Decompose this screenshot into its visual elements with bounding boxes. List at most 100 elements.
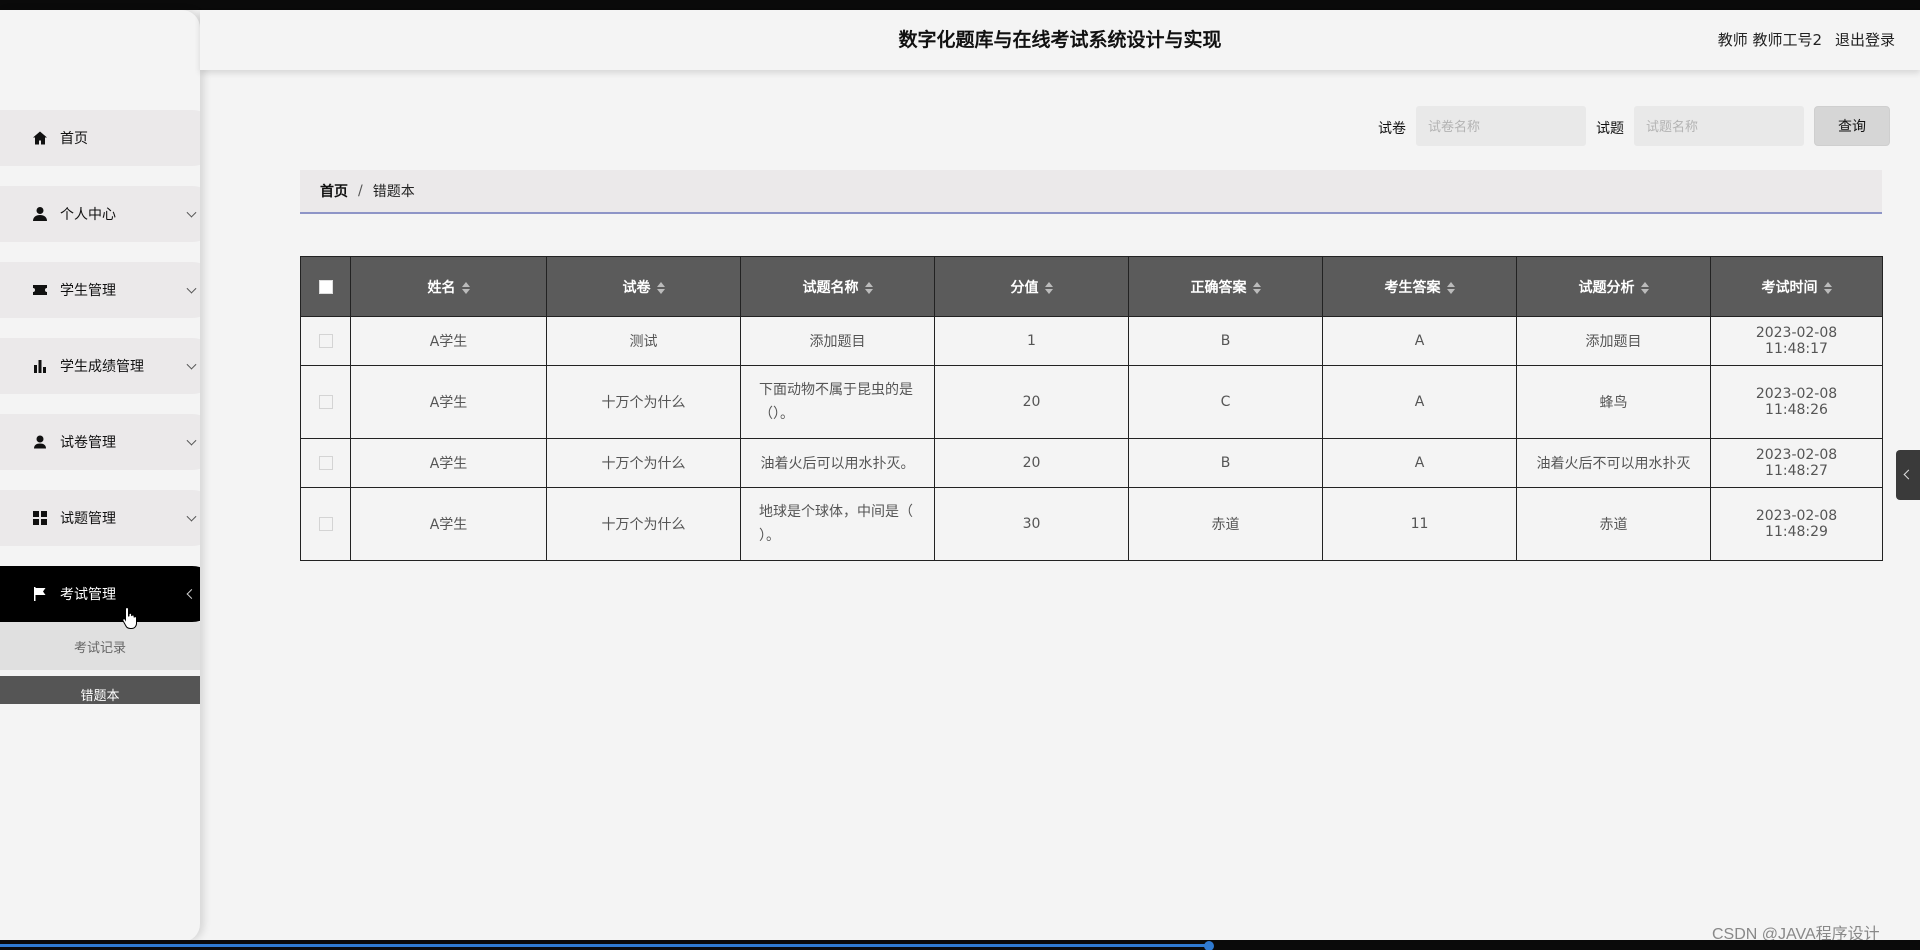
- column-header-exam-time[interactable]: 考试时间: [1710, 256, 1883, 317]
- column-header-score[interactable]: 分值: [934, 256, 1129, 317]
- row-checkbox-cell[interactable]: [300, 487, 351, 561]
- cell-analysis: 赤道: [1516, 487, 1711, 561]
- person-icon: [32, 434, 48, 450]
- row-checkbox[interactable]: [319, 517, 333, 531]
- sidebar-item-personal-center[interactable]: 个人中心: [0, 186, 200, 242]
- cell-correct-answer: 赤道: [1128, 487, 1323, 561]
- chevron-down-icon: [186, 511, 197, 522]
- cell-score: 30: [934, 487, 1129, 561]
- sidebar-item-label: 试题管理: [60, 511, 116, 527]
- home-icon: [32, 130, 48, 146]
- row-checkbox-cell[interactable]: [300, 438, 351, 488]
- row-checkbox[interactable]: [319, 395, 333, 409]
- bar-chart-icon: [32, 358, 48, 374]
- logout-link[interactable]: 退出登录: [1835, 10, 1895, 70]
- row-checkbox-cell[interactable]: [300, 365, 351, 439]
- sort-icon[interactable]: [1044, 281, 1053, 294]
- cell-score: 20: [934, 438, 1129, 488]
- cell-name: A学生: [350, 487, 547, 561]
- sort-icon[interactable]: [656, 281, 665, 294]
- sidebar-item-label: 首页: [60, 131, 88, 147]
- cell-paper: 测试: [546, 316, 741, 366]
- column-header-student-answer[interactable]: 考生答案: [1322, 256, 1517, 317]
- collapse-side-panel-button[interactable]: [1896, 450, 1920, 500]
- sidebar-item-paper-management[interactable]: 试卷管理: [0, 414, 200, 470]
- sidebar-item-score-management[interactable]: 学生成绩管理: [0, 338, 200, 394]
- table-header-row: 姓名 试卷 试题名称 分值 正确答案 考生答案 试题分析 考试时间: [300, 256, 1883, 317]
- cell-analysis: 油着火后不可以用水扑灭: [1516, 438, 1711, 488]
- paper-search-input[interactable]: [1416, 106, 1586, 146]
- sidebar-item-label: 学生成绩管理: [60, 359, 144, 375]
- cell-question: 油着火后可以用水扑灭。: [740, 438, 935, 488]
- header: 数字化题库与在线考试系统设计与实现 教师 教师工号2 退出登录: [200, 10, 1920, 70]
- hand-cursor-icon: [122, 606, 137, 629]
- cell-score: 20: [934, 365, 1129, 439]
- cell-student-answer: A: [1322, 365, 1517, 439]
- table-row[interactable]: A学生 十万个为什么 地球是个球体，中间是（ ）。 30 赤道 11 赤道 20…: [300, 487, 1883, 561]
- cell-analysis: 添加题目: [1516, 316, 1711, 366]
- cell-name: A学生: [350, 438, 547, 488]
- cell-question: 添加题目: [740, 316, 935, 366]
- app-title: 数字化题库与在线考试系统设计与实现: [898, 29, 1222, 51]
- user-icon: [32, 206, 48, 222]
- cell-paper: 十万个为什么: [546, 487, 741, 561]
- breadcrumb-separator: /: [358, 183, 363, 199]
- question-search-label: 试题: [1596, 121, 1624, 137]
- row-checkbox[interactable]: [319, 456, 333, 470]
- column-header-name[interactable]: 姓名: [350, 256, 547, 317]
- sort-icon[interactable]: [1252, 281, 1261, 294]
- sort-icon[interactable]: [1640, 281, 1649, 294]
- grid-icon: [32, 510, 48, 526]
- chevron-down-icon: [186, 207, 197, 218]
- sidebar-item-label: 学生管理: [60, 283, 116, 299]
- cell-question: 地球是个球体，中间是（ ）。: [740, 487, 935, 561]
- chevron-down-icon: [186, 283, 197, 294]
- select-all-checkbox[interactable]: [318, 279, 333, 294]
- sort-icon[interactable]: [864, 281, 873, 294]
- cell-paper: 十万个为什么: [546, 365, 741, 439]
- row-checkbox[interactable]: [319, 334, 333, 348]
- breadcrumb: 首页 / 错题本: [300, 170, 1882, 214]
- sort-icon[interactable]: [1823, 281, 1832, 294]
- cell-paper: 十万个为什么: [546, 438, 741, 488]
- video-progress-handle[interactable]: [1204, 941, 1214, 950]
- ticket-icon: [32, 282, 48, 298]
- cell-student-answer: A: [1322, 438, 1517, 488]
- column-header-correct-answer[interactable]: 正确答案: [1128, 256, 1323, 317]
- cell-question: 下面动物不属于昆虫的是（）。: [740, 365, 935, 439]
- cell-exam-time: 2023-02-08 11:48:27: [1710, 438, 1883, 488]
- sidebar-item-student-management[interactable]: 学生管理: [0, 262, 200, 318]
- column-header-paper[interactable]: 试卷: [546, 256, 741, 317]
- table-row[interactable]: A学生 十万个为什么 油着火后可以用水扑灭。 20 B A 油着火后不可以用水扑…: [300, 438, 1883, 488]
- user-info: 教师 教师工号2: [1717, 31, 1822, 49]
- breadcrumb-home[interactable]: 首页: [320, 181, 348, 201]
- table-row[interactable]: A学生 测试 添加题目 1 B A 添加题目 2023-02-08 11:48:…: [300, 316, 1883, 366]
- cell-correct-answer: C: [1128, 365, 1323, 439]
- flag-icon: [32, 586, 48, 602]
- column-header-analysis[interactable]: 试题分析: [1516, 256, 1711, 317]
- column-header-question[interactable]: 试题名称: [740, 256, 935, 317]
- sidebar-subitem-exam-records[interactable]: 考试记录: [0, 622, 200, 670]
- select-all-cell[interactable]: [300, 256, 351, 317]
- sidebar: 首页 个人中心 学生管理 学生成绩管理 试卷管理 试题管理 考试管理 考试记录 …: [0, 10, 200, 942]
- cell-correct-answer: B: [1128, 438, 1323, 488]
- breadcrumb-current: 错题本: [372, 184, 415, 200]
- sidebar-item-home[interactable]: 首页: [0, 110, 200, 166]
- sort-icon[interactable]: [461, 281, 470, 294]
- chevron-left-icon: [186, 589, 197, 599]
- cell-name: A学生: [350, 365, 547, 439]
- cell-student-answer: A: [1322, 316, 1517, 366]
- window-top-bar: [0, 0, 1920, 10]
- sidebar-item-question-management[interactable]: 试题管理: [0, 490, 200, 546]
- table-row[interactable]: A学生 十万个为什么 下面动物不属于昆虫的是（）。 20 C A 蜂鸟 2023…: [300, 365, 1883, 439]
- sidebar-subitem-wrong-questions[interactable]: 错题本: [0, 676, 200, 704]
- cell-score: 1: [934, 316, 1129, 366]
- video-progress-bar[interactable]: [0, 944, 1210, 947]
- sort-icon[interactable]: [1446, 281, 1455, 294]
- sidebar-item-exam-management[interactable]: 考试管理: [0, 566, 200, 622]
- chevron-down-icon: [186, 359, 197, 370]
- row-checkbox-cell[interactable]: [300, 316, 351, 366]
- chevron-down-icon: [186, 435, 197, 446]
- question-search-input[interactable]: [1634, 106, 1804, 146]
- search-button[interactable]: 查询: [1814, 106, 1890, 146]
